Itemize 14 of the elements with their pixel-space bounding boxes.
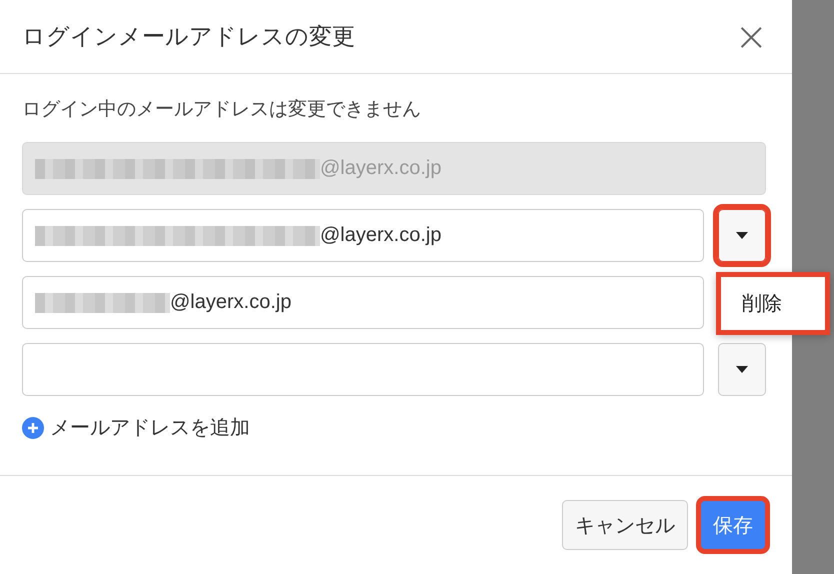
field-label: ログイン中のメールアドレスは変更できません bbox=[22, 98, 422, 122]
email-field[interactable] bbox=[22, 343, 704, 396]
email-field[interactable]: @layerx.co.jp bbox=[22, 276, 704, 329]
close-button[interactable]: × bbox=[734, 16, 768, 56]
cancel-button[interactable]: キャンセル bbox=[562, 500, 688, 550]
plus-icon bbox=[22, 416, 44, 438]
add-email-label: メールアドレスを追加 bbox=[50, 416, 250, 441]
caret-icon bbox=[736, 232, 748, 239]
caret-icon bbox=[736, 366, 748, 373]
delete-menu-item[interactable]: 削除 bbox=[716, 272, 830, 335]
email-field[interactable]: @layerx.co.jp bbox=[22, 209, 704, 262]
add-email-link[interactable]: メールアドレスを追加 bbox=[22, 414, 250, 441]
dropdown-button[interactable] bbox=[718, 343, 766, 396]
dialog-title: ログインメールアドレスの変更 bbox=[22, 22, 355, 51]
